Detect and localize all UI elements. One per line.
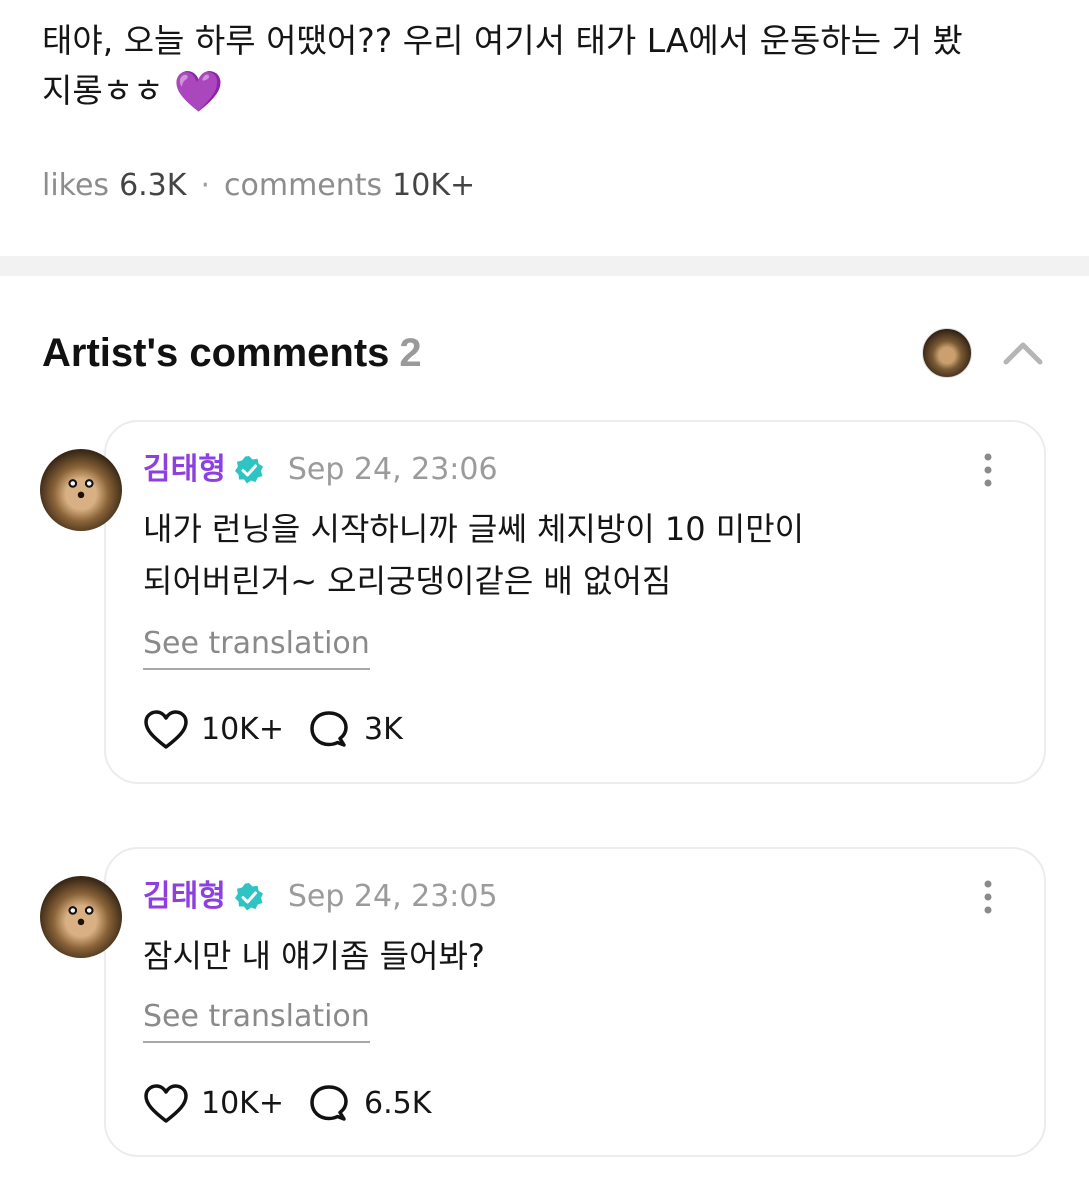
like-button[interactable]: 10K+	[143, 709, 284, 751]
comment-body: 내가 런닝을 시작하니까 글쎄 체지방이 10 미만이 되어버린거~ 오리궁댕이…	[143, 503, 943, 607]
reply-button[interactable]: 3K	[306, 709, 403, 751]
comment-body: 잠시만 내 얘기좀 들어봐?	[143, 930, 943, 982]
reply-count: 3K	[363, 712, 403, 747]
reply-button[interactable]: 6.5K	[306, 1083, 431, 1125]
speech-bubble-icon	[310, 1085, 348, 1121]
comment-timestamp: Sep 24, 23:06	[287, 452, 498, 487]
comment-actions: 10K+ 6.5K	[143, 1083, 453, 1125]
artist-avatar[interactable]	[922, 328, 972, 378]
post-text-line-2: 지롱ㅎㅎ 💜	[42, 69, 224, 115]
reply-count: 6.5K	[363, 1086, 432, 1121]
chevron-up-icon[interactable]	[1000, 334, 1046, 370]
artist-comments-header: Artist's comments 2	[42, 328, 422, 378]
avatar[interactable]	[40, 449, 122, 531]
stats-separator: ·	[200, 168, 210, 203]
more-vertical-icon[interactable]	[976, 879, 1000, 915]
comment-text-line-1: 내가 런닝을 시작하니까 글쎄 체지방이 10 미만이	[143, 510, 805, 548]
comment-text-line-2: 되어버린거~ 오리궁댕이같은 배 없어짐	[143, 562, 672, 600]
section-count: 2	[399, 331, 422, 375]
heart-icon	[144, 710, 188, 749]
likes-label: likes	[42, 168, 110, 203]
heart-icon	[144, 1084, 188, 1123]
post-text-line-1: 태야, 오늘 하루 어땠어?? 우리 여기서 태가 LA에서 운동하는 거 봤	[42, 21, 963, 60]
speech-bubble-icon	[310, 711, 348, 747]
comment-text-line-1: 잠시만 내 얘기좀 들어봐?	[143, 937, 485, 975]
author-name[interactable]: 김태형	[143, 450, 226, 490]
like-count: 10K+	[201, 712, 284, 747]
purple-heart-emoji: 💜	[173, 69, 224, 115]
see-translation-link[interactable]: See translation	[143, 997, 370, 1043]
likes-count[interactable]: 6.3K	[119, 166, 186, 206]
author-name[interactable]: 김태형	[143, 877, 226, 917]
comments-count[interactable]: 10K+	[392, 166, 475, 206]
like-count: 10K+	[201, 1086, 284, 1121]
more-vertical-icon[interactable]	[976, 452, 1000, 488]
like-button[interactable]: 10K+	[143, 1083, 284, 1125]
post-text: 태야, 오늘 하루 어땠어?? 우리 여기서 태가 LA에서 운동하는 거 봤 …	[42, 16, 1052, 117]
section-title: Artist's comments	[42, 331, 390, 375]
comment-timestamp: Sep 24, 23:05	[287, 879, 498, 914]
verified-badge-icon	[234, 456, 263, 484]
comment-author-row: 김태형 Sep 24, 23:05	[143, 877, 498, 917]
comments-label: comments	[224, 168, 383, 203]
verified-badge-icon	[234, 883, 263, 911]
comment-actions: 10K+ 3K	[143, 709, 425, 751]
section-divider	[0, 256, 1089, 276]
comment-author-row: 김태형 Sep 24, 23:06	[143, 450, 498, 490]
avatar[interactable]	[40, 876, 122, 958]
post-stats: likes 6.3K · comments 10K+	[42, 166, 475, 206]
see-translation-link[interactable]: See translation	[143, 624, 370, 670]
